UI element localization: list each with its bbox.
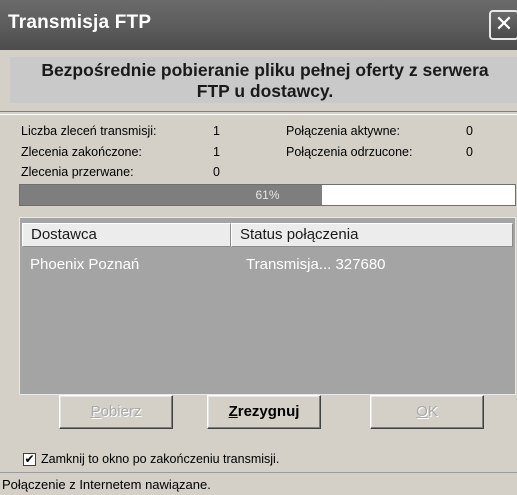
ok-label: K xyxy=(427,403,438,420)
orders-value: 1 xyxy=(213,124,220,138)
checkmark-icon: ✔ xyxy=(24,452,35,466)
completed-label: Zlecenia zakończone: xyxy=(21,145,142,159)
row-status: Transmisja... 327680 xyxy=(246,256,386,273)
column-header-supplier[interactable]: Dostawca xyxy=(22,223,231,247)
close-after-transfer-label: Zamknij to okno po zakończeniu transmisj… xyxy=(41,452,280,466)
close-button[interactable]: ✕ xyxy=(489,10,517,40)
title-bar[interactable]: Transmisja FTP ✕ xyxy=(0,0,517,50)
cancel-button[interactable]: Zrezygnuj xyxy=(207,395,321,429)
header-line-1: Bezpośrednie pobieranie pliku pełnej ofe… xyxy=(41,60,489,80)
status-text: Połączenie z Internetem nawiązane. xyxy=(2,477,211,492)
progress-bar: 61% xyxy=(19,184,516,206)
ok-button[interactable]: OK xyxy=(370,395,484,429)
window-title: Transmisja FTP xyxy=(8,12,152,33)
divider xyxy=(0,111,517,115)
cancel-label: rezygnuj xyxy=(237,403,300,420)
ftp-transfer-dialog: Transmisja FTP ✕ Bezpośrednie pobieranie… xyxy=(0,0,517,495)
interrupted-label: Zlecenia przerwane: xyxy=(21,165,134,179)
close-icon: ✕ xyxy=(494,11,514,36)
progress-label: 61% xyxy=(255,188,280,202)
list-header: Dostawca Status połączenia xyxy=(22,223,513,247)
header-line-2: FTP u dostawcy. xyxy=(196,81,334,101)
rejected-connections-value: 0 xyxy=(466,145,473,159)
column-header-status[interactable]: Status połączenia xyxy=(231,223,513,247)
supplier-list[interactable]: Dostawca Status połączenia Phoenix Pozna… xyxy=(19,217,516,395)
cancel-hotkey: Z xyxy=(228,403,238,420)
download-label: obierz xyxy=(100,403,142,420)
active-connections-label: Połączenia aktywne: xyxy=(286,124,400,138)
interrupted-value: 0 xyxy=(213,165,220,179)
download-hotkey: P xyxy=(90,403,101,420)
row-supplier: Phoenix Poznań xyxy=(30,256,140,273)
status-bar: Połączenie z Internetem nawiązane. xyxy=(0,472,517,495)
download-button[interactable]: Pobierz xyxy=(59,395,173,429)
ok-hotkey: O xyxy=(416,403,428,420)
active-connections-value: 0 xyxy=(466,124,473,138)
completed-value: 1 xyxy=(213,145,220,159)
header-banner: Bezpośrednie pobieranie pliku pełnej ofe… xyxy=(10,57,517,103)
close-after-transfer-checkbox[interactable]: ✔ xyxy=(23,453,36,466)
orders-label: Liczba zleceń transmisji: xyxy=(21,124,157,138)
rejected-connections-label: Połączenia odrzucone: xyxy=(286,145,413,159)
list-row[interactable]: Phoenix Poznań Transmisja... 327680 xyxy=(22,256,513,278)
